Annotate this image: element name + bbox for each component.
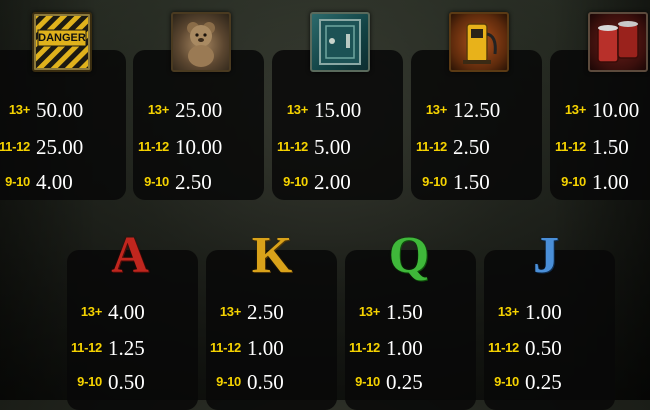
danger-sign-icon: DANGER bbox=[32, 12, 92, 72]
payout-value: 1.00 bbox=[525, 300, 562, 324]
payout-value: 2.50 bbox=[453, 135, 490, 159]
payout-range: 13+ bbox=[219, 304, 241, 319]
payout-range: 11-12 bbox=[415, 139, 447, 154]
safe-box-icon bbox=[310, 12, 370, 72]
payout-value: 0.50 bbox=[525, 336, 562, 360]
payout-range: 13+ bbox=[425, 102, 447, 117]
payout-value: 2.50 bbox=[175, 170, 212, 194]
payout-value: 50.00 bbox=[36, 98, 84, 122]
payout-range: 11-12 bbox=[348, 340, 380, 355]
payout-value: 2.00 bbox=[314, 170, 351, 194]
payout-value: 25.00 bbox=[175, 98, 223, 122]
payout-value: 1.00 bbox=[386, 336, 423, 360]
payout-range: 9-10 bbox=[144, 174, 169, 189]
payout-range: 11-12 bbox=[554, 139, 586, 154]
payout-range: 13+ bbox=[497, 304, 519, 319]
payout-value: 4.00 bbox=[108, 300, 145, 324]
gas-pump-icon bbox=[449, 12, 509, 72]
payout-value: 0.25 bbox=[386, 370, 423, 394]
payout-range: 9-10 bbox=[494, 374, 519, 389]
payout-value: 15.00 bbox=[314, 98, 362, 122]
letter-j-icon: J bbox=[533, 227, 559, 284]
letter-k-icon: K bbox=[251, 227, 293, 284]
payout-range: 13+ bbox=[358, 304, 380, 319]
payout-range: 11-12 bbox=[487, 340, 519, 355]
letter-q-icon: Q bbox=[388, 227, 430, 284]
payout-range: 9-10 bbox=[283, 174, 308, 189]
payout-range: 9-10 bbox=[216, 374, 241, 389]
payout-range: 13+ bbox=[8, 102, 30, 117]
payout-value: 1.50 bbox=[592, 135, 629, 159]
payout-range: 9-10 bbox=[422, 174, 447, 189]
payout-value: 0.25 bbox=[525, 370, 562, 394]
payout-range: 11-12 bbox=[276, 139, 308, 154]
payout-value: 4.00 bbox=[36, 170, 73, 194]
payout-range: 13+ bbox=[147, 102, 169, 117]
payout-range: 9-10 bbox=[77, 374, 102, 389]
payout-value: 1.00 bbox=[592, 170, 629, 194]
teddy-bear-icon bbox=[171, 12, 231, 72]
danger-sign-text: DANGER bbox=[38, 32, 86, 44]
payout-value: 5.00 bbox=[314, 135, 351, 159]
payout-range: 13+ bbox=[286, 102, 308, 117]
payout-value: 1.50 bbox=[453, 170, 490, 194]
payout-range: 11-12 bbox=[137, 139, 169, 154]
payout-range: 11-12 bbox=[0, 139, 30, 154]
payout-value: 0.50 bbox=[108, 370, 145, 394]
payout-value: 1.50 bbox=[386, 300, 423, 324]
payout-value: 10.00 bbox=[592, 98, 640, 122]
payout-value: 1.00 bbox=[247, 336, 284, 360]
payout-value: 25.00 bbox=[36, 135, 84, 159]
payout-range: 13+ bbox=[80, 304, 102, 319]
payout-range: 9-10 bbox=[355, 374, 380, 389]
payout-value: 0.50 bbox=[247, 370, 284, 394]
payout-range: 13+ bbox=[564, 102, 586, 117]
payout-value: 10.00 bbox=[175, 135, 223, 159]
payout-range: 11-12 bbox=[70, 340, 102, 355]
payout-value: 1.25 bbox=[108, 336, 145, 360]
payout-range: 9-10 bbox=[561, 174, 586, 189]
payout-range: 11-12 bbox=[209, 340, 241, 355]
payout-range: 9-10 bbox=[5, 174, 30, 189]
payout-value: 2.50 bbox=[247, 300, 284, 324]
barrels-icon bbox=[588, 12, 648, 72]
payout-value: 12.50 bbox=[453, 98, 501, 122]
letter-a-icon: A bbox=[111, 227, 149, 284]
